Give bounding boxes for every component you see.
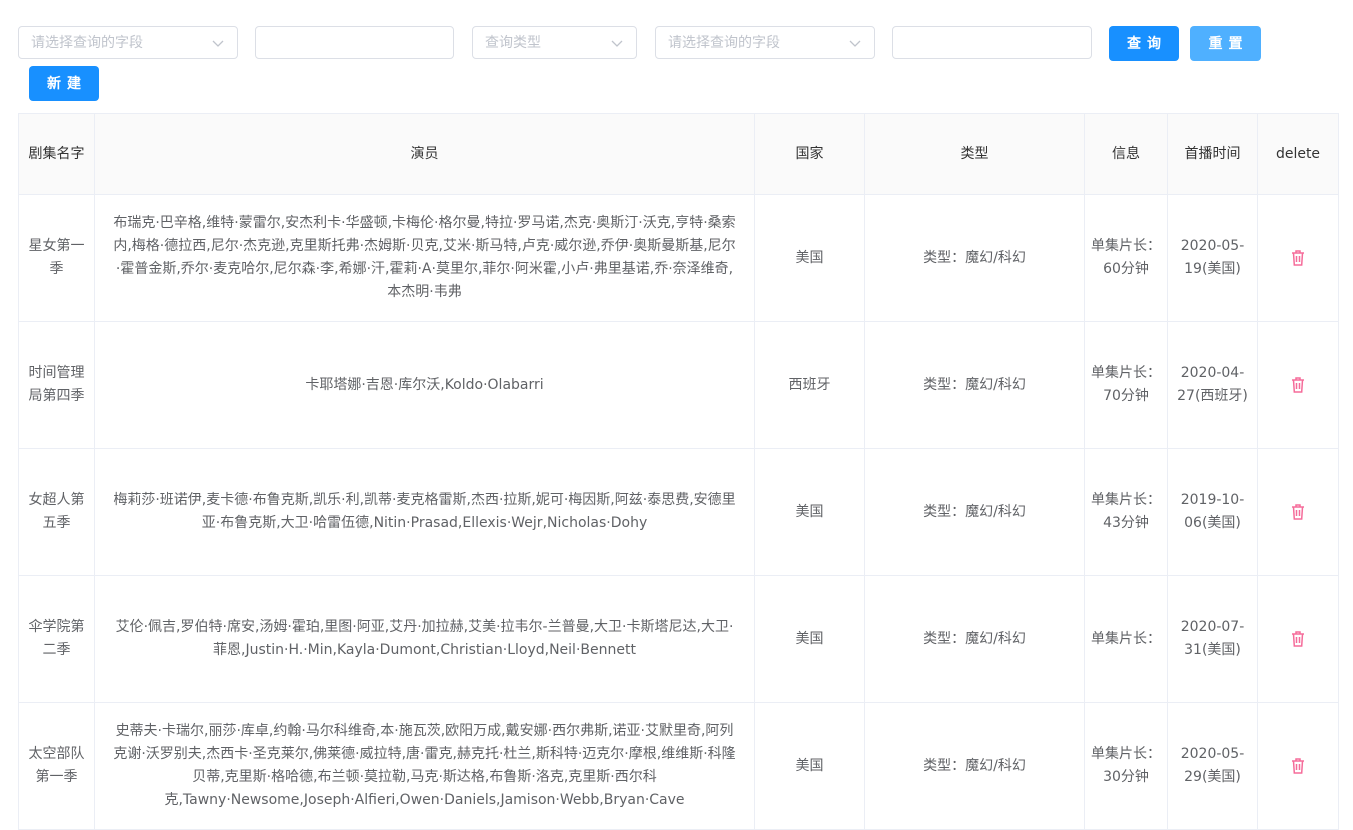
table-row: 太空部队第一季 史蒂夫·卡瑞尔,丽莎·库卓,约翰·马尔科维奇,本·施瓦茨,欧阳万… (18, 702, 1339, 830)
cell-info: 单集片长：30分钟 (1084, 702, 1168, 830)
header-premiere: 首播时间 (1167, 113, 1258, 195)
query-input-2[interactable] (892, 26, 1092, 59)
cell-delete (1257, 575, 1339, 703)
cell-premiere: 2020-05-19(美国) (1167, 194, 1258, 322)
field-select-1-placeholder: 请选择查询的字段 (31, 35, 143, 51)
cell-delete (1257, 702, 1339, 830)
query-type-select[interactable]: 查询类型 (472, 26, 637, 59)
cell-country: 美国 (754, 702, 865, 830)
drama-table: 剧集名字 演员 国家 类型 信息 首播时间 delete 星女第一季 布瑞克·巴… (18, 113, 1339, 830)
table-header-row: 剧集名字 演员 国家 类型 信息 首播时间 delete (18, 113, 1339, 195)
cell-actors: 艾伦·佩吉,罗伯特·席安,汤姆·霍珀,里图·阿亚,艾丹·加拉赫,艾美·拉韦尔-兰… (94, 575, 755, 703)
cell-delete (1257, 321, 1339, 449)
chevron-down-icon (212, 40, 224, 47)
header-delete: delete (1257, 113, 1339, 195)
table-row: 时间管理局第四季 卡耶塔娜·吉恩·库尔沃,Koldo·Olabarri 西班牙 … (18, 321, 1339, 449)
cell-type: 类型：魔幻/科幻 (864, 448, 1085, 576)
chevron-down-icon (849, 40, 861, 47)
cell-actors: 梅莉莎·班诺伊,麦卡德·布鲁克斯,凯乐·利,凯蒂·麦克格雷斯,杰西·拉斯,妮可·… (94, 448, 755, 576)
trash-icon[interactable] (1290, 630, 1306, 648)
query-type-placeholder: 查询类型 (485, 35, 541, 51)
cell-actors: 布瑞克·巴辛格,维特·蒙雷尔,安杰利卡·华盛顿,卡梅伦·格尔曼,特拉·罗马诺,杰… (94, 194, 755, 322)
field-select-1[interactable]: 请选择查询的字段 (18, 26, 238, 59)
table-row: 女超人第五季 梅莉莎·班诺伊,麦卡德·布鲁克斯,凯乐·利,凯蒂·麦克格雷斯,杰西… (18, 448, 1339, 576)
cell-country: 美国 (754, 575, 865, 703)
cell-country: 美国 (754, 194, 865, 322)
cell-name: 太空部队第一季 (18, 702, 95, 830)
cell-type: 类型：魔幻/科幻 (864, 194, 1085, 322)
cell-country: 美国 (754, 448, 865, 576)
query-button[interactable]: 查询 (1109, 26, 1179, 61)
table-row: 伞学院第二季 艾伦·佩吉,罗伯特·席安,汤姆·霍珀,里图·阿亚,艾丹·加拉赫,艾… (18, 575, 1339, 703)
cell-actors: 史蒂夫·卡瑞尔,丽莎·库卓,约翰·马尔科维奇,本·施瓦茨,欧阳万成,戴安娜·西尔… (94, 702, 755, 830)
cell-delete (1257, 448, 1339, 576)
header-info: 信息 (1084, 113, 1168, 195)
cell-type: 类型：魔幻/科幻 (864, 702, 1085, 830)
reset-button[interactable]: 重置 (1190, 26, 1261, 61)
cell-name: 女超人第五季 (18, 448, 95, 576)
cell-actors: 卡耶塔娜·吉恩·库尔沃,Koldo·Olabarri (94, 321, 755, 449)
table-row: 星女第一季 布瑞克·巴辛格,维特·蒙雷尔,安杰利卡·华盛顿,卡梅伦·格尔曼,特拉… (18, 194, 1339, 322)
cell-name: 伞学院第二季 (18, 575, 95, 703)
cell-premiere: 2020-07-31(美国) (1167, 575, 1258, 703)
header-name: 剧集名字 (18, 113, 95, 195)
chevron-down-icon (611, 40, 623, 47)
cell-delete (1257, 194, 1339, 322)
trash-icon[interactable] (1290, 376, 1306, 394)
cell-name: 时间管理局第四季 (18, 321, 95, 449)
cell-country: 西班牙 (754, 321, 865, 449)
cell-info: 单集片长：60分钟 (1084, 194, 1168, 322)
cell-info: 单集片长： (1084, 575, 1168, 703)
header-actors: 演员 (94, 113, 755, 195)
header-country: 国家 (754, 113, 865, 195)
cell-premiere: 2019-10-06(美国) (1167, 448, 1258, 576)
new-button[interactable]: 新建 (29, 66, 99, 101)
field-select-2-placeholder: 请选择查询的字段 (668, 35, 780, 51)
cell-name: 星女第一季 (18, 194, 95, 322)
cell-premiere: 2020-04-27(西班牙) (1167, 321, 1258, 449)
trash-icon[interactable] (1290, 503, 1306, 521)
query-input-1[interactable] (255, 26, 454, 59)
cell-type: 类型：魔幻/科幻 (864, 575, 1085, 703)
cell-premiere: 2020-05-29(美国) (1167, 702, 1258, 830)
trash-icon[interactable] (1290, 757, 1306, 775)
header-type: 类型 (864, 113, 1085, 195)
field-select-2[interactable]: 请选择查询的字段 (655, 26, 875, 59)
trash-icon[interactable] (1290, 249, 1306, 267)
cell-info: 单集片长：70分钟 (1084, 321, 1168, 449)
cell-info: 单集片长：43分钟 (1084, 448, 1168, 576)
cell-type: 类型：魔幻/科幻 (864, 321, 1085, 449)
